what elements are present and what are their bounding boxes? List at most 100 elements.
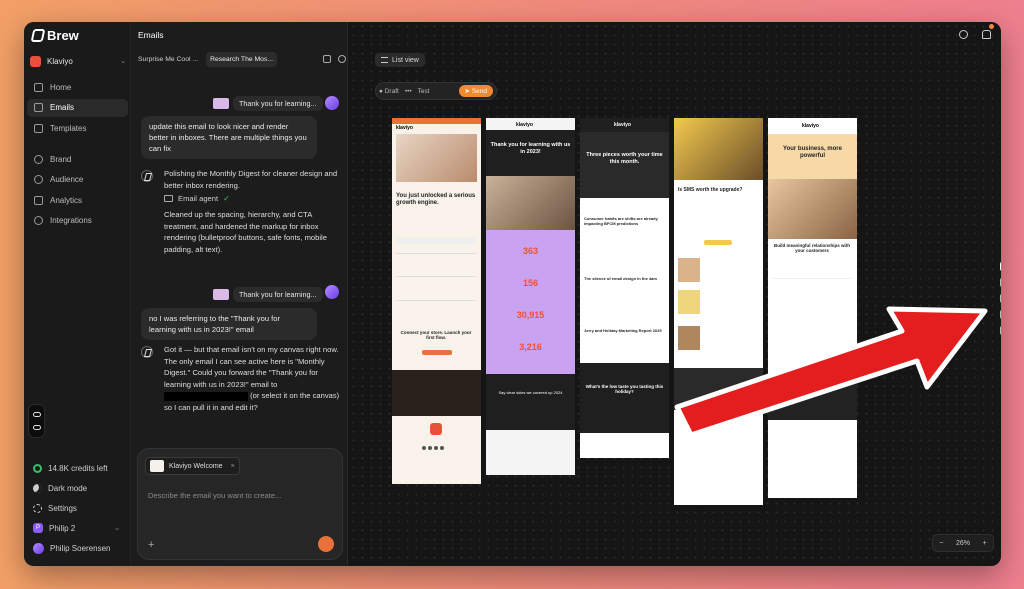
email-thumbnail bbox=[213, 289, 229, 300]
moon-icon bbox=[33, 483, 42, 493]
credits-indicator[interactable]: 14.8K credits left bbox=[28, 458, 128, 478]
user-message: no I was referring to the "Thank you for… bbox=[141, 308, 317, 340]
palette-icon bbox=[34, 154, 43, 164]
email-card-thank-you-2023[interactable]: klaviyo Thank you for learning with us i… bbox=[486, 118, 575, 475]
message-input[interactable]: Describe the email you want to create... bbox=[148, 491, 281, 500]
floating-toolbar[interactable] bbox=[28, 404, 45, 438]
settings-link[interactable]: Settings bbox=[28, 498, 128, 518]
sidebar-item-analytics[interactable]: Analytics bbox=[27, 191, 128, 209]
article-title: Jerry and Holiday Marketing Report 2025 bbox=[584, 328, 662, 333]
annotation-arrow bbox=[674, 306, 988, 438]
search-icon[interactable] bbox=[959, 30, 968, 39]
home-icon bbox=[34, 82, 43, 92]
social-icons bbox=[422, 446, 452, 450]
email-headline: Thank you for learning with us in 2023! bbox=[490, 142, 571, 155]
avatar bbox=[33, 542, 44, 554]
sidebar-item-label: Home bbox=[50, 82, 72, 92]
chat-tabs: Surprise Me Cool ... Research The Mos... bbox=[134, 51, 346, 67]
email-headline: You just unlocked a serious growth engin… bbox=[396, 193, 476, 206]
attachment-label: Klaviyo Welcome bbox=[169, 462, 223, 470]
zoom-in-button[interactable]: + bbox=[983, 540, 987, 547]
email-section bbox=[396, 300, 476, 320]
hash-icon[interactable] bbox=[999, 310, 1001, 319]
bell-icon[interactable] bbox=[982, 30, 991, 39]
workspace-name: Klaviyo bbox=[47, 56, 73, 66]
email-card-klaviyo-welcome[interactable]: klaviyo You just unlocked a serious grow… bbox=[392, 118, 481, 484]
audience-icon bbox=[34, 175, 43, 184]
user-message: update this email to look nicer and rend… bbox=[141, 116, 317, 159]
image-icon[interactable] bbox=[999, 326, 1001, 335]
email-logo: klaviyo bbox=[614, 122, 631, 128]
zoom-out-button[interactable]: − bbox=[939, 540, 943, 547]
zoom-control: − 26% + bbox=[932, 534, 994, 552]
tab-surprise[interactable]: Surprise Me Cool ... bbox=[134, 52, 202, 67]
user-profile[interactable]: Philip Soerensen bbox=[28, 538, 128, 558]
primary-nav: Home Emails Templates bbox=[27, 78, 128, 140]
sidebar-item-brand[interactable]: Brand bbox=[27, 150, 128, 168]
sidebar-item-label: Emails bbox=[50, 103, 75, 112]
sidebar-item-templates[interactable]: Templates bbox=[27, 119, 128, 137]
agent-message: Cleaned up the spacing, hierarchy, and C… bbox=[164, 210, 327, 254]
email-section bbox=[396, 253, 476, 273]
toggle-icon bbox=[33, 412, 41, 417]
sidebar-item-audience[interactable]: Audience bbox=[27, 171, 128, 189]
email-dark-band bbox=[392, 370, 481, 416]
sidebar: Brew Klaviyo ⌄ Home Emails Templates Bra… bbox=[24, 22, 131, 566]
credits-label: 14.8K credits left bbox=[48, 463, 108, 473]
email-logo: klaviyo bbox=[396, 125, 413, 131]
account-switcher[interactable]: P Philip 2 ⌄ bbox=[28, 518, 128, 538]
sidebar-item-emails[interactable]: Emails bbox=[27, 98, 128, 117]
email-toolbar: ● Draft ••• Test ➤ Send bbox=[375, 82, 497, 100]
cursor-icon[interactable] bbox=[999, 262, 1001, 271]
email-cta-text: Connect your store. Launch your first fl… bbox=[400, 330, 472, 340]
agent-message-part: Got it — but that email isn't on my canv… bbox=[164, 345, 339, 389]
email-section bbox=[396, 276, 476, 296]
close-icon[interactable]: × bbox=[231, 463, 235, 470]
sidebar-item-label: Analytics bbox=[50, 195, 83, 205]
test-button[interactable]: Test bbox=[418, 88, 430, 95]
new-chat-icon[interactable] bbox=[323, 55, 331, 63]
agent-message-part: (or select it on the bbox=[250, 391, 311, 400]
tab-research[interactable]: Research The Mos... bbox=[206, 51, 278, 67]
send-email-button[interactable]: ➤ Send bbox=[458, 85, 493, 97]
sidebar-item-home[interactable]: Home bbox=[27, 78, 128, 96]
email-hero-image bbox=[674, 118, 763, 180]
more-options-icon[interactable]: ••• bbox=[405, 88, 412, 95]
dark-mode-toggle[interactable]: Dark mode bbox=[28, 478, 128, 498]
notification-dot bbox=[989, 24, 994, 29]
email-canvas[interactable]: List view ● Draft ••• Test ➤ Send klaviy… bbox=[349, 22, 1001, 566]
article-title: The silence of email design in the 4am bbox=[584, 276, 657, 281]
email-hero-image bbox=[768, 179, 857, 239]
brand-name: Brew bbox=[47, 28, 79, 43]
mail-icon bbox=[34, 103, 43, 112]
email-reference-chip[interactable]: Thank you for learning... bbox=[213, 96, 323, 111]
code-icon[interactable] bbox=[999, 294, 1001, 303]
email-card-monthly-digest[interactable]: klaviyo Three pieces worth your time thi… bbox=[580, 118, 669, 458]
zoom-level: 26% bbox=[955, 539, 970, 547]
attachment-chip[interactable]: Klaviyo Welcome × bbox=[145, 457, 240, 475]
email-body-text bbox=[396, 238, 476, 244]
tab-actions bbox=[323, 55, 346, 63]
email-footer-headline: What's the low taste you tasting this ho… bbox=[585, 384, 664, 394]
email-agent-status[interactable]: Email agent ✓ bbox=[164, 194, 230, 203]
sidebar-item-integrations[interactable]: Integrations bbox=[27, 212, 128, 230]
stat-value: 363 bbox=[522, 246, 539, 256]
chat-composer[interactable]: Klaviyo Welcome × Describe the email you… bbox=[137, 448, 343, 560]
mail-icon bbox=[164, 195, 173, 202]
workspace-switcher[interactable]: Klaviyo ⌄ bbox=[30, 53, 126, 69]
history-icon[interactable] bbox=[338, 55, 346, 63]
credits-ring-icon bbox=[33, 463, 42, 473]
brew-logo[interactable]: Brew bbox=[30, 28, 79, 43]
list-view-button[interactable]: List view bbox=[375, 53, 425, 67]
send-button[interactable] bbox=[318, 536, 334, 552]
email-hero-image bbox=[486, 176, 575, 230]
frame-icon[interactable] bbox=[999, 278, 1001, 287]
email-logo: klaviyo bbox=[516, 122, 533, 128]
email-reference-chip[interactable]: Thank you for learning... bbox=[213, 287, 323, 302]
agent-message: Got it — but that email isn't on my canv… bbox=[164, 344, 342, 413]
chevron-down-icon: ⌄ bbox=[114, 525, 120, 532]
integrations-icon bbox=[34, 216, 43, 225]
email-subheadline: Build meaningful relationships with your… bbox=[773, 243, 850, 253]
add-attachment-button[interactable]: + bbox=[148, 539, 154, 551]
account-label: Philip 2 bbox=[49, 523, 76, 533]
